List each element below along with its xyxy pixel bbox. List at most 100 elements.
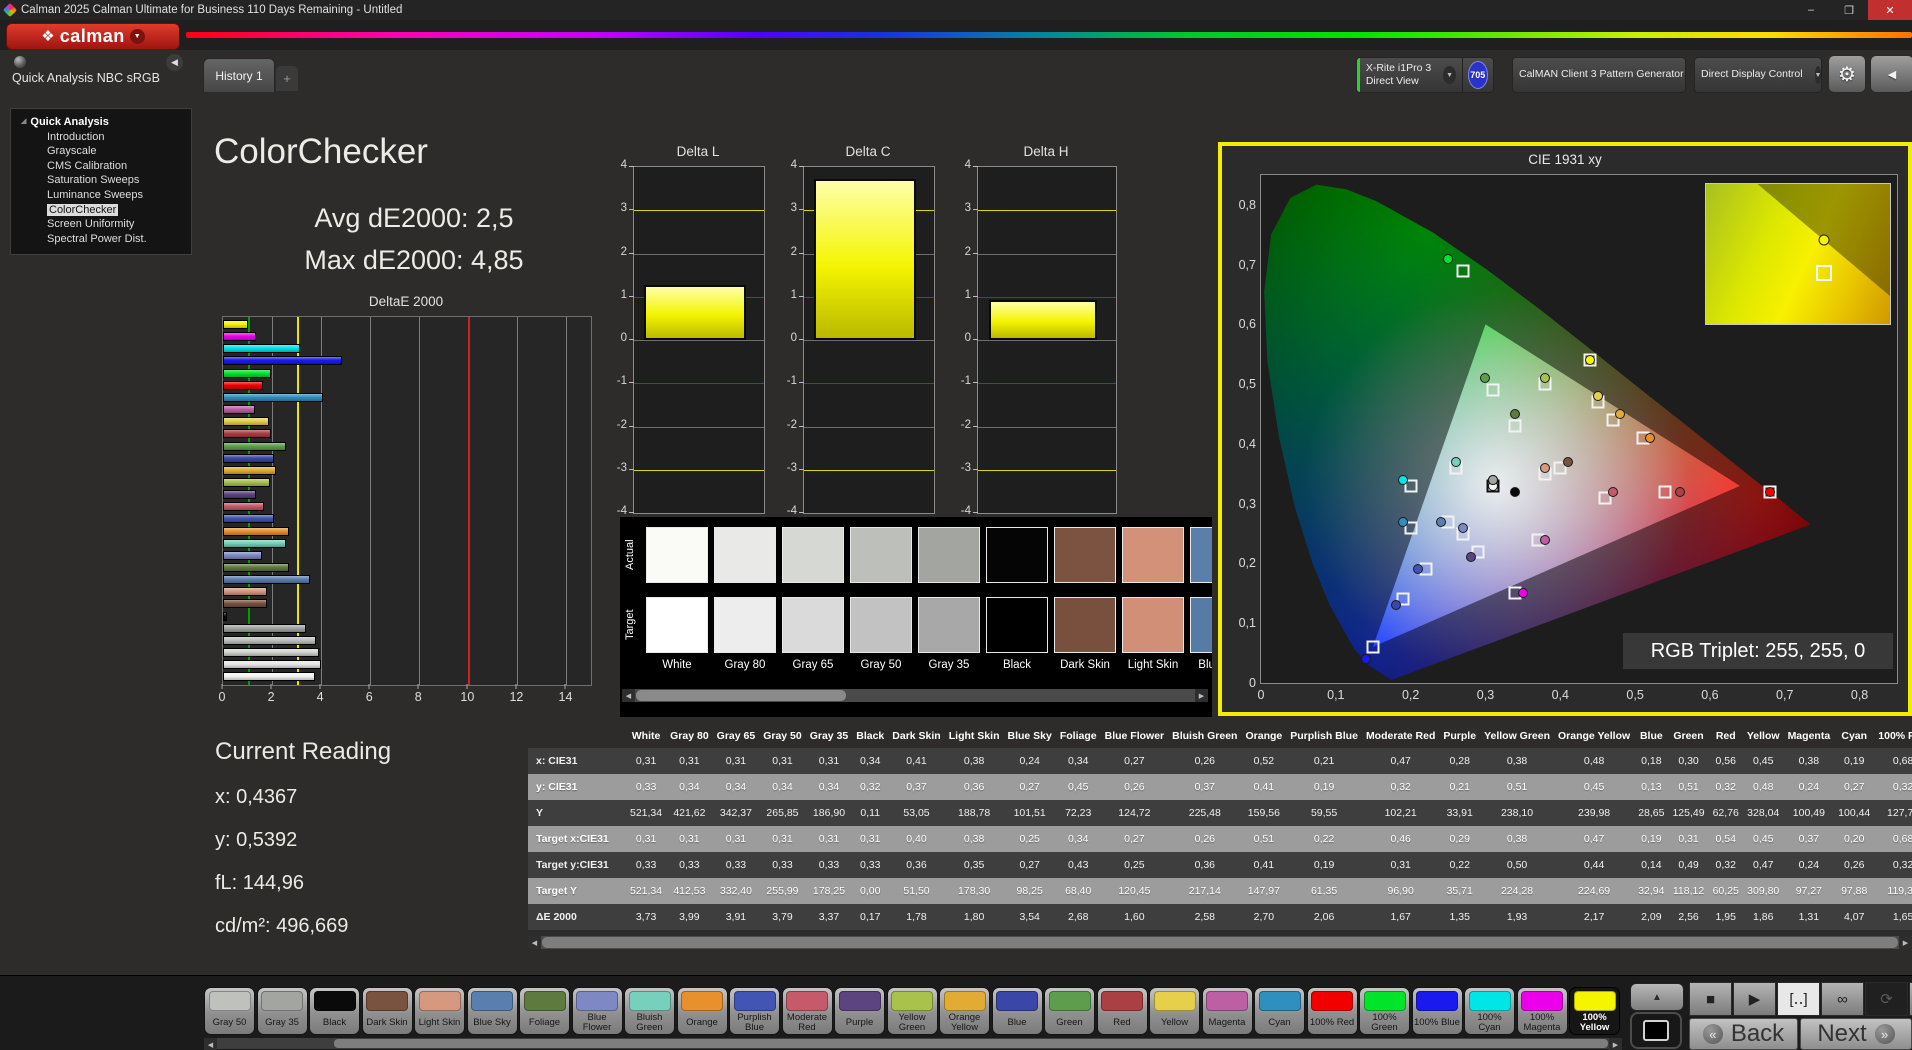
swatch-actual-gray-35 bbox=[918, 527, 980, 583]
table-cell: 0,29 bbox=[1449, 833, 1470, 845]
pattern-mode-button[interactable]: [‥] bbox=[1777, 982, 1820, 1016]
pattern-button-magenta[interactable]: Magenta bbox=[1201, 987, 1253, 1035]
sidebar-item-saturation-sweeps[interactable]: Saturation Sweeps bbox=[11, 173, 191, 188]
pattern-button-100-cyan[interactable]: 100% Cyan bbox=[1464, 987, 1515, 1035]
pattern-button-light-skin[interactable]: Light Skin bbox=[414, 987, 465, 1035]
pattern-button-blue[interactable]: Blue bbox=[991, 987, 1043, 1035]
pattern-swatch bbox=[996, 991, 1038, 1011]
back-button[interactable]: « Back bbox=[1689, 1018, 1798, 1050]
table-row-target-x-cie31: Target x:CIE31 0,31 0,31 0,31 0,31 0,31 0,31 0,… bbox=[528, 826, 1912, 852]
pattern-button-black[interactable]: Black bbox=[309, 987, 360, 1035]
play-button[interactable]: ▶ bbox=[1733, 982, 1776, 1016]
meter-status-led bbox=[14, 56, 26, 68]
axis-tick-label: -4 bbox=[616, 505, 627, 517]
pattern-button-100-yellow[interactable]: 100% Yellow bbox=[1569, 987, 1620, 1035]
axis-tick-label: 1 bbox=[620, 288, 627, 301]
pattern-button-yellow-green[interactable]: Yellow Green bbox=[886, 987, 938, 1035]
row-label: Target y:CIE31 bbox=[536, 859, 609, 871]
swatch-scrollbar[interactable]: ◀ ▶ bbox=[622, 689, 1208, 702]
table-scrollbar[interactable]: ◀ ▶ bbox=[528, 936, 1912, 949]
swatch-name: Black bbox=[1002, 659, 1032, 671]
strip-expand-button[interactable]: ▲ bbox=[1630, 983, 1684, 1011]
calman-logo-icon: ❖ bbox=[41, 28, 55, 45]
meter-dropdown[interactable]: X-Rite i1Pro 3 Direct View ▼ 705 bbox=[1356, 57, 1494, 93]
sidebar-item-luminance-sweeps[interactable]: Luminance Sweeps bbox=[11, 188, 191, 203]
deltae-bar bbox=[223, 514, 274, 524]
scroll-left-icon[interactable]: ◀ bbox=[204, 1038, 217, 1050]
table-cell: 0,45 bbox=[1753, 755, 1774, 767]
sidebar-item-grayscale[interactable]: Grayscale bbox=[11, 144, 191, 159]
maximize-button[interactable]: ❐ bbox=[1830, 0, 1868, 20]
table-cell: 0,68 bbox=[1892, 755, 1912, 767]
scroll-right-icon[interactable]: ▶ bbox=[1609, 1038, 1622, 1050]
pattern-button-100-green[interactable]: 100% Green bbox=[1359, 987, 1410, 1035]
scroll-left-icon[interactable]: ◀ bbox=[528, 936, 541, 949]
deltae-bar bbox=[223, 356, 342, 366]
delta-chart-title: Delta L bbox=[676, 144, 720, 159]
sidebar-item-colorchecker[interactable]: ColorChecker bbox=[11, 203, 191, 218]
scroll-left-icon[interactable]: ◀ bbox=[622, 689, 635, 702]
swatch-name: White bbox=[662, 659, 692, 671]
pattern-button-purple[interactable]: Purple bbox=[834, 987, 885, 1035]
display-control-dropdown[interactable]: Direct Display Control ▼ bbox=[1694, 57, 1822, 93]
refresh-button[interactable]: ⟳ bbox=[1865, 982, 1908, 1016]
pattern-button-bluish-green[interactable]: Bluish Green bbox=[624, 987, 675, 1035]
tab-history-1[interactable]: History 1 bbox=[203, 58, 275, 92]
pattern-window-button[interactable] bbox=[1630, 1012, 1682, 1049]
cie-measured-orange bbox=[1645, 432, 1656, 443]
settings-button[interactable]: ⚙ bbox=[1828, 55, 1866, 93]
sidebar-item-cms-calibration[interactable]: CMS Calibration bbox=[11, 159, 191, 174]
pattern-button-gray-35[interactable]: Gray 35 bbox=[256, 987, 308, 1035]
cie-measured-blue-flower bbox=[1458, 522, 1469, 533]
pattern-strip-scrollbar[interactable]: ◀ ▶ bbox=[204, 1038, 1622, 1050]
axis-tick-label: 0,1 bbox=[1327, 688, 1345, 702]
calman-menu-button[interactable]: ❖ calman ▼ bbox=[6, 23, 180, 50]
pattern-button-purplish-blue[interactable]: Purplish Blue bbox=[729, 987, 780, 1035]
pattern-button-orange-yellow[interactable]: Orange Yellow bbox=[939, 987, 990, 1035]
scroll-right-icon[interactable]: ▶ bbox=[1195, 689, 1208, 702]
table-cell: 0,31 bbox=[818, 833, 840, 845]
axis-tick-label: 0,8 bbox=[1238, 197, 1256, 212]
axis-tick-label: -2 bbox=[786, 418, 797, 431]
sidebar-item-quick-analysis[interactable]: ◢ Quick Analysis bbox=[11, 115, 191, 130]
table-row-y-cie31: y: CIE31 0,33 0,34 0,34 0,34 0,34 0,32 0,37 0,36… bbox=[528, 774, 1912, 800]
next-button[interactable]: Next » bbox=[1800, 1018, 1912, 1050]
column-header: Magenta bbox=[1783, 724, 1835, 748]
stop-button[interactable]: ■ bbox=[1689, 982, 1732, 1016]
sidebar-item-spectral-power-dist[interactable]: Spectral Power Dist. bbox=[11, 232, 191, 247]
row-label: Target Y bbox=[536, 885, 578, 897]
table-cell: 0,48 bbox=[1753, 781, 1774, 793]
pattern-button-yellow[interactable]: Yellow bbox=[1149, 987, 1200, 1035]
pattern-button-dark-skin[interactable]: Dark Skin bbox=[361, 987, 413, 1035]
pattern-button-moderate-red[interactable]: Moderate Red bbox=[781, 987, 833, 1035]
table-scrollbar-thumb[interactable] bbox=[542, 937, 1898, 948]
scroll-right-icon[interactable]: ▶ bbox=[1899, 936, 1912, 949]
source-dropdown[interactable]: CalMAN Client 3 Pattern Generator ▼ bbox=[1512, 57, 1686, 93]
deltae-bar bbox=[223, 660, 321, 670]
pattern-button-cyan[interactable]: Cyan bbox=[1254, 987, 1305, 1035]
swatch-scrollbar-thumb[interactable] bbox=[636, 690, 846, 701]
pattern-button-foliage[interactable]: Foliage bbox=[519, 987, 570, 1035]
pattern-button-orange[interactable]: Orange bbox=[676, 987, 728, 1035]
sidebar-item-introduction[interactable]: Introduction bbox=[11, 130, 191, 145]
pattern-button-gray-50[interactable]: Gray 50 bbox=[204, 987, 255, 1035]
table-cell: 0,38 bbox=[1506, 755, 1528, 767]
tab-add-button[interactable]: + bbox=[276, 66, 298, 91]
axis-tick bbox=[973, 425, 978, 427]
loop-button[interactable]: ∞ bbox=[1821, 982, 1864, 1016]
pattern-button-100-blue[interactable]: 100% Blue bbox=[1411, 987, 1463, 1035]
panel-collapse-button[interactable]: ◀ bbox=[1870, 55, 1912, 93]
meter-mode-badge[interactable]: 705 bbox=[1467, 61, 1488, 89]
pattern-strip-scrollbar-thumb[interactable] bbox=[334, 1039, 1608, 1048]
pattern-button-blue-sky[interactable]: Blue Sky bbox=[466, 987, 518, 1035]
pattern-button-green[interactable]: Green bbox=[1044, 987, 1095, 1035]
pattern-button-100-magenta[interactable]: 100% Magenta bbox=[1516, 987, 1568, 1035]
close-button[interactable]: ✕ bbox=[1868, 0, 1912, 20]
table-cell: 186,90 bbox=[812, 807, 846, 819]
pattern-button-100-red[interactable]: 100% Red bbox=[1306, 987, 1358, 1035]
sidebar-collapse-button[interactable]: ◀ bbox=[166, 54, 183, 71]
sidebar-item-screen-uniformity[interactable]: Screen Uniformity bbox=[11, 217, 191, 232]
minimize-button[interactable]: – bbox=[1792, 0, 1830, 20]
pattern-button-blue-flower[interactable]: Blue Flower bbox=[571, 987, 623, 1035]
pattern-button-red[interactable]: Red bbox=[1096, 987, 1148, 1035]
